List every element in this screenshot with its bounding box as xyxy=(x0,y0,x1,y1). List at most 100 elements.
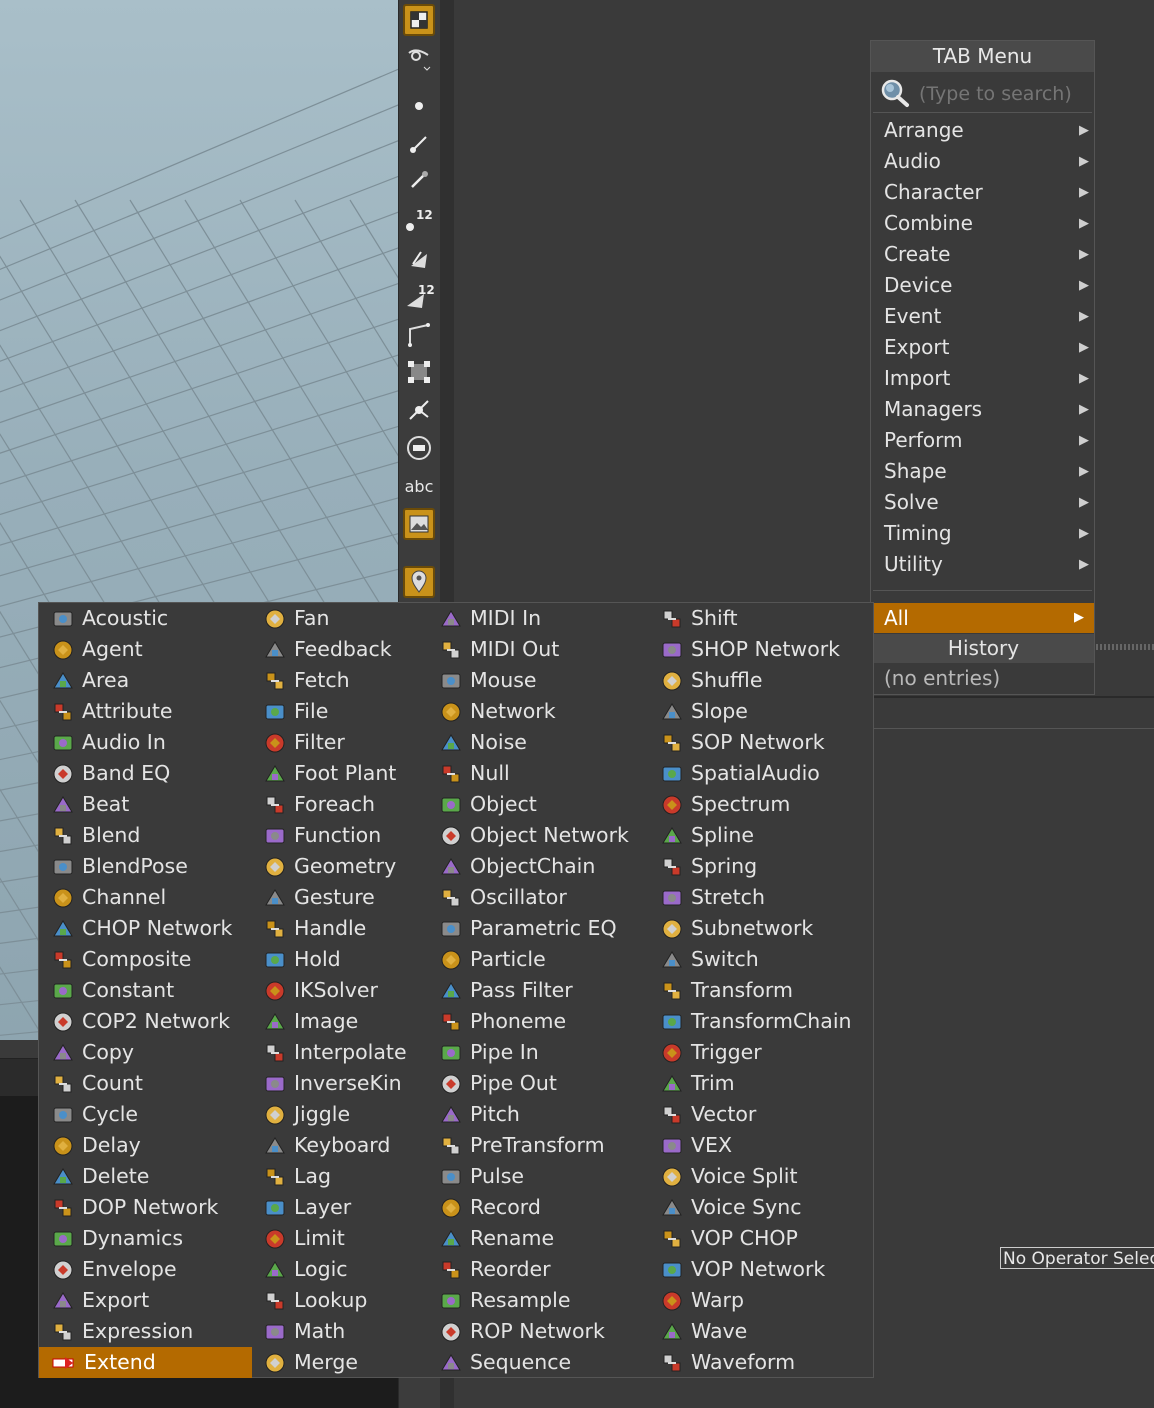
menu-item-transform[interactable]: Transform xyxy=(660,975,860,1006)
menu-item-hold[interactable]: Hold xyxy=(263,944,423,975)
menu-item-fetch[interactable]: Fetch xyxy=(263,665,423,696)
menu-item-voice-sync[interactable]: Voice Sync xyxy=(660,1192,860,1223)
menu-item-acoustic[interactable]: Acoustic xyxy=(51,603,251,634)
menu-item-gesture[interactable]: Gesture xyxy=(263,882,423,913)
search-input[interactable] xyxy=(917,80,1093,108)
menu-item-vex[interactable]: VEX xyxy=(660,1130,860,1161)
menu-item-pipe-out[interactable]: Pipe Out xyxy=(439,1068,654,1099)
menu-item-spring[interactable]: Spring xyxy=(660,851,860,882)
menu-item-agent[interactable]: Agent xyxy=(51,634,251,665)
menu-item-subnetwork[interactable]: Subnetwork xyxy=(660,913,860,944)
menu-item-trigger[interactable]: Trigger xyxy=(660,1037,860,1068)
menu-item-null[interactable]: Null xyxy=(439,758,654,789)
menu-item-switch[interactable]: Switch xyxy=(660,944,860,975)
menu-item-beat[interactable]: Beat xyxy=(51,789,251,820)
menu-item-midi-out[interactable]: MIDI Out xyxy=(439,634,654,665)
menu-item-pretransform[interactable]: PreTransform xyxy=(439,1130,654,1161)
menu-item-shop-network[interactable]: SHOP Network xyxy=(660,634,860,665)
menu-item-function[interactable]: Function xyxy=(263,820,423,851)
menu-item-logic[interactable]: Logic xyxy=(263,1254,423,1285)
menu-item-export[interactable]: Export xyxy=(51,1285,251,1316)
menu-item-midi-in[interactable]: MIDI In xyxy=(439,603,654,634)
menu-item-dynamics[interactable]: Dynamics xyxy=(51,1223,251,1254)
menu-item-objectchain[interactable]: ObjectChain xyxy=(439,851,654,882)
menu-item-vop-chop[interactable]: VOP CHOP xyxy=(660,1223,860,1254)
menu-item-rename[interactable]: Rename xyxy=(439,1223,654,1254)
point-number-tool[interactable]: 12 xyxy=(403,204,435,236)
background-image-tool[interactable] xyxy=(403,508,435,540)
menu-item-blend[interactable]: Blend xyxy=(51,820,251,851)
pane-resize-handle[interactable] xyxy=(1096,644,1154,650)
menu-item-all[interactable]: All ▶ xyxy=(873,603,1094,633)
menu-item-channel[interactable]: Channel xyxy=(51,882,251,913)
menu-item-rop-network[interactable]: ROP Network xyxy=(439,1316,654,1347)
menu-item-shuffle[interactable]: Shuffle xyxy=(660,665,860,696)
menu-item-create[interactable]: Create ▶ xyxy=(884,239,1089,270)
menu-item-resample[interactable]: Resample xyxy=(439,1285,654,1316)
menu-item-export[interactable]: Export ▶ xyxy=(884,332,1089,363)
menu-item-area[interactable]: Area xyxy=(51,665,251,696)
menu-item-slope[interactable]: Slope xyxy=(660,696,860,727)
menu-item-jiggle[interactable]: Jiggle xyxy=(263,1099,423,1130)
menu-item-waveform[interactable]: Waveform xyxy=(660,1347,860,1378)
menu-item-lookup[interactable]: Lookup xyxy=(263,1285,423,1316)
menu-item-file[interactable]: File xyxy=(263,696,423,727)
face-tool-icon[interactable] xyxy=(403,244,435,276)
menu-item-limit[interactable]: Limit xyxy=(263,1223,423,1254)
menu-item-spectrum[interactable]: Spectrum xyxy=(660,789,860,820)
menu-item-inversekin[interactable]: InverseKin xyxy=(263,1068,423,1099)
menu-item-layer[interactable]: Layer xyxy=(263,1192,423,1223)
menu-item-delete[interactable]: Delete xyxy=(51,1161,251,1192)
menu-item-sequence[interactable]: Sequence xyxy=(439,1347,654,1378)
menu-item-parametric-eq[interactable]: Parametric EQ xyxy=(439,913,654,944)
menu-item-foreach[interactable]: Foreach xyxy=(263,789,423,820)
menu-item-keyboard[interactable]: Keyboard xyxy=(263,1130,423,1161)
object-mode-tool[interactable] xyxy=(403,4,435,36)
menu-item-delay[interactable]: Delay xyxy=(51,1130,251,1161)
menu-item-constant[interactable]: Constant xyxy=(51,975,251,1006)
view-tool-icon[interactable] xyxy=(403,42,435,74)
menu-item-shift[interactable]: Shift xyxy=(660,603,860,634)
menu-item-object[interactable]: Object xyxy=(439,789,654,820)
face-number-tool[interactable]: 12 xyxy=(403,280,435,312)
menu-item-timing[interactable]: Timing ▶ xyxy=(884,518,1089,549)
menu-item-stretch[interactable]: Stretch xyxy=(660,882,860,913)
menu-item-audio-in[interactable]: Audio In xyxy=(51,727,251,758)
menu-item-vector[interactable]: Vector xyxy=(660,1099,860,1130)
menu-item-managers[interactable]: Managers ▶ xyxy=(884,394,1089,425)
menu-item-device[interactable]: Device ▶ xyxy=(884,270,1089,301)
menu-item-pitch[interactable]: Pitch xyxy=(439,1099,654,1130)
menu-item-network[interactable]: Network xyxy=(439,696,654,727)
menu-item-lag[interactable]: Lag xyxy=(263,1161,423,1192)
menu-item-solve[interactable]: Solve ▶ xyxy=(884,487,1089,518)
menu-item-attribute[interactable]: Attribute xyxy=(51,696,251,727)
menu-item-dop-network[interactable]: DOP Network xyxy=(51,1192,251,1223)
menu-item-noise[interactable]: Noise xyxy=(439,727,654,758)
menu-item-handle[interactable]: Handle xyxy=(263,913,423,944)
menu-item-shape[interactable]: Shape ▶ xyxy=(884,456,1089,487)
handle-tool-icon[interactable] xyxy=(403,394,435,426)
point-tool-icon[interactable] xyxy=(403,90,435,122)
menu-item-fan[interactable]: Fan xyxy=(263,603,423,634)
menu-item-vop-network[interactable]: VOP Network xyxy=(660,1254,860,1285)
menu-item-arrange[interactable]: Arrange ▶ xyxy=(884,115,1089,146)
menu-item-interpolate[interactable]: Interpolate xyxy=(263,1037,423,1068)
menu-item-merge[interactable]: Merge xyxy=(263,1347,423,1378)
menu-item-cycle[interactable]: Cycle xyxy=(51,1099,251,1130)
menu-item-blendpose[interactable]: BlendPose xyxy=(51,851,251,882)
menu-item-combine[interactable]: Combine ▶ xyxy=(884,208,1089,239)
menu-item-filter[interactable]: Filter xyxy=(263,727,423,758)
menu-item-pulse[interactable]: Pulse xyxy=(439,1161,654,1192)
menu-item-perform[interactable]: Perform ▶ xyxy=(884,425,1089,456)
edge-tool-icon[interactable] xyxy=(403,128,435,160)
menu-item-event[interactable]: Event ▶ xyxy=(884,301,1089,332)
menu-item-voice-split[interactable]: Voice Split xyxy=(660,1161,860,1192)
menu-item-trim[interactable]: Trim xyxy=(660,1068,860,1099)
menu-item-composite[interactable]: Composite xyxy=(51,944,251,975)
menu-item-band-eq[interactable]: Band EQ xyxy=(51,758,251,789)
menu-item-spatialaudio[interactable]: SpatialAudio xyxy=(660,758,860,789)
menu-item-reorder[interactable]: Reorder xyxy=(439,1254,654,1285)
menu-item-chop-network[interactable]: CHOP Network xyxy=(51,913,251,944)
menu-item-count[interactable]: Count xyxy=(51,1068,251,1099)
menu-item-mouse[interactable]: Mouse xyxy=(439,665,654,696)
